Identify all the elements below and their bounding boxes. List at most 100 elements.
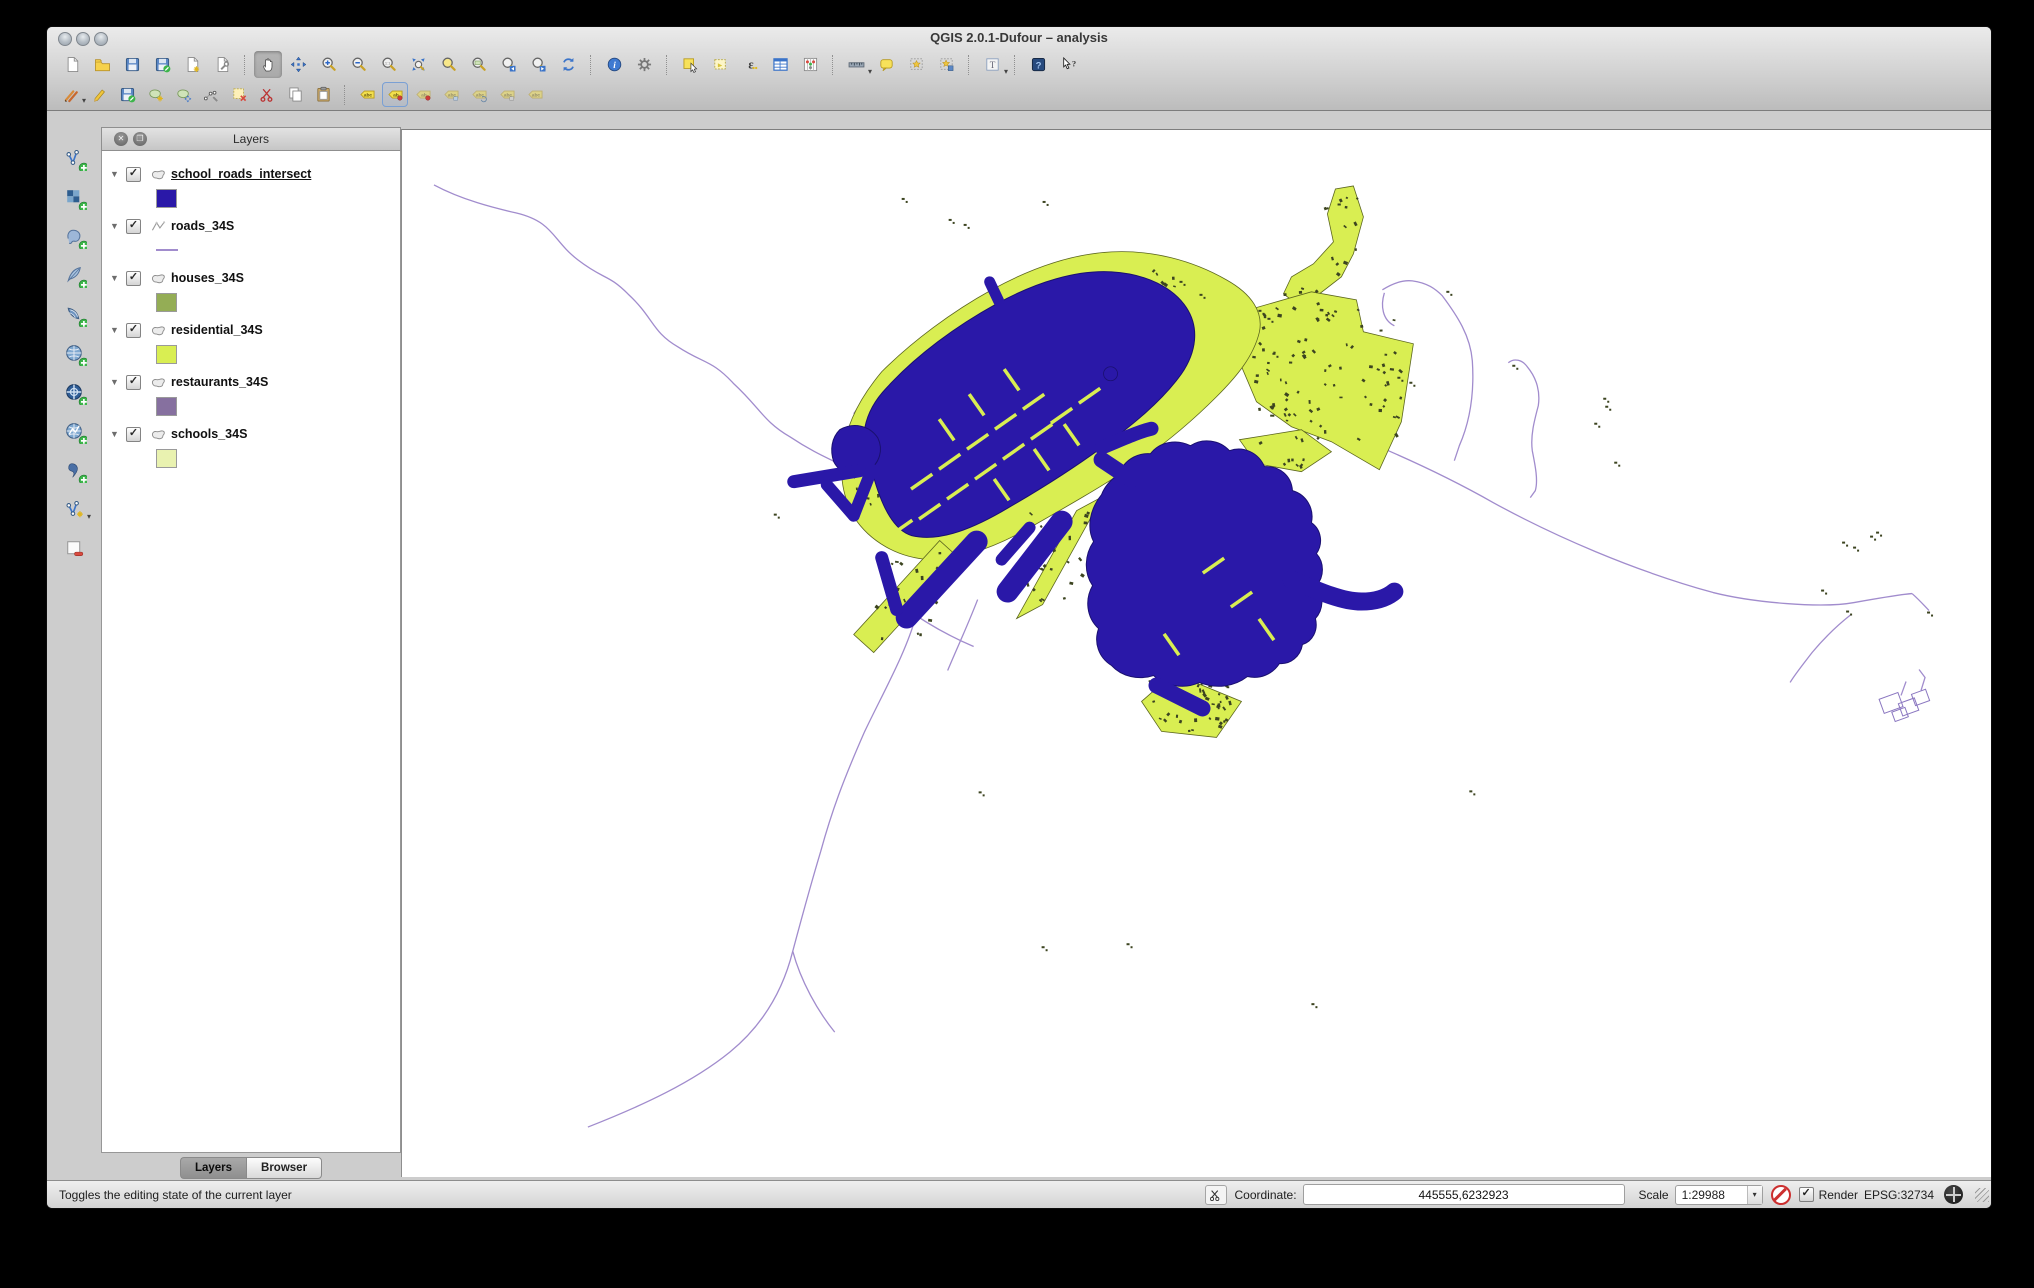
current-edits-button[interactable]: ▾	[58, 82, 84, 107]
measure-line-button[interactable]: ▾	[842, 51, 870, 78]
resize-grip[interactable]	[1975, 1188, 1989, 1202]
zoom-to-layer-button[interactable]	[464, 51, 492, 78]
tab-browser[interactable]: Browser	[246, 1157, 322, 1179]
coordinate-extent-toggle-icon[interactable]	[1205, 1185, 1227, 1205]
disclosure-triangle-icon[interactable]: ▼	[110, 377, 122, 387]
svg-text:abc: abc	[531, 93, 540, 99]
layer-row-houses_34S[interactable]: ▼✓houses_34S	[106, 267, 396, 289]
zoom-out-button[interactable]	[344, 51, 372, 78]
layer-visibility-checkbox[interactable]: ✓	[126, 375, 141, 390]
add-wcs-layer-button[interactable]	[59, 378, 89, 406]
add-oracle-layer-button[interactable]	[59, 456, 89, 484]
deselect-features-button[interactable]	[706, 51, 734, 78]
add-wfs-layer-button[interactable]	[59, 417, 89, 445]
house-speck	[906, 201, 908, 203]
select-features-button[interactable]	[676, 51, 704, 78]
whats-this-button[interactable]: ?	[1054, 51, 1082, 78]
disclosure-triangle-icon[interactable]: ▼	[110, 221, 122, 231]
label-show-hide-button[interactable]: ab	[410, 82, 436, 107]
toggle-editing-button[interactable]	[86, 82, 112, 107]
layer-swatch[interactable]	[156, 293, 177, 312]
add-raster-layer-button[interactable]	[59, 183, 89, 211]
layer-visibility-checkbox[interactable]: ✓	[126, 427, 141, 442]
run-feature-action-button[interactable]	[630, 51, 658, 78]
pan-to-selection-button[interactable]	[284, 51, 312, 78]
zoom-last-button[interactable]	[494, 51, 522, 78]
save-layer-edits-button[interactable]	[114, 82, 140, 107]
disclosure-triangle-icon[interactable]: ▼	[110, 325, 122, 335]
save-project-as-button[interactable]	[148, 51, 176, 78]
copy-features-button[interactable]	[282, 82, 308, 107]
add-vector-layer-button[interactable]	[59, 144, 89, 172]
layer-row-schools_34S[interactable]: ▼✓schools_34S	[106, 423, 396, 445]
new-shapefile-layer-button[interactable]: ▾	[59, 495, 89, 523]
add-feature-button[interactable]	[142, 82, 168, 107]
zoom-in-button[interactable]	[314, 51, 342, 78]
new-project-icon	[62, 54, 83, 75]
crs-status-icon[interactable]	[1944, 1185, 1963, 1204]
layer-swatch-line[interactable]	[156, 249, 178, 251]
tab-layers[interactable]: Layers	[180, 1157, 246, 1179]
disclosure-triangle-icon[interactable]: ▼	[110, 273, 122, 283]
disclosure-triangle-icon[interactable]: ▼	[110, 429, 122, 439]
refresh-map-button[interactable]	[554, 51, 582, 78]
house-mark	[1339, 367, 1342, 370]
select-by-expression-button[interactable]: ε	[736, 51, 764, 78]
node-tool-button[interactable]	[198, 82, 224, 107]
layer-swatch[interactable]	[156, 189, 177, 208]
pan-map-button[interactable]	[254, 51, 282, 78]
layer-visibility-checkbox[interactable]: ✓	[126, 323, 141, 338]
layer-visibility-checkbox[interactable]: ✓	[126, 219, 141, 234]
svg-text:ε: ε	[748, 57, 753, 71]
label-rotate-button[interactable]: abc	[466, 82, 492, 107]
disclosure-triangle-icon[interactable]: ▼	[110, 169, 122, 179]
new-print-composer-button[interactable]	[178, 51, 206, 78]
delete-selected-button[interactable]	[226, 82, 252, 107]
scale-combo[interactable]: 1:29988 ▾	[1675, 1185, 1763, 1205]
render-checkbox[interactable]: ✓	[1799, 1187, 1814, 1202]
open-attribute-table-button[interactable]	[766, 51, 794, 78]
stop-render-icon[interactable]	[1771, 1185, 1791, 1205]
zoom-to-selection-button[interactable]	[434, 51, 462, 78]
open-project-button[interactable]	[88, 51, 116, 78]
remove-layer-button[interactable]	[59, 534, 89, 562]
label-properties-button[interactable]: abc	[522, 82, 548, 107]
layer-row-restaurants_34S[interactable]: ▼✓restaurants_34S	[106, 371, 396, 393]
new-project-button[interactable]	[58, 51, 86, 78]
layer-swatch[interactable]	[156, 397, 177, 416]
text-annotation-button[interactable]: T▾	[978, 51, 1006, 78]
move-feature-button[interactable]	[170, 82, 196, 107]
layer-row-roads_34S[interactable]: ▼✓roads_34S	[106, 215, 396, 237]
paste-features-button[interactable]	[310, 82, 336, 107]
zoom-next-button[interactable]	[524, 51, 552, 78]
coordinate-input[interactable]	[1303, 1184, 1625, 1205]
label-move-button[interactable]: abc	[438, 82, 464, 107]
identify-features-button[interactable]: i	[600, 51, 628, 78]
map-tips-button[interactable]	[872, 51, 900, 78]
layer-visibility-checkbox[interactable]: ✓	[126, 271, 141, 286]
house-mark	[1345, 206, 1348, 209]
add-postgis-layer-button[interactable]	[59, 222, 89, 250]
add-mssql-layer-button[interactable]	[59, 300, 89, 328]
zoom-full-button[interactable]	[404, 51, 432, 78]
layer-visibility-checkbox[interactable]: ✓	[126, 167, 141, 182]
map-tips-icon	[876, 54, 897, 75]
labeling-button[interactable]: abc	[354, 82, 380, 107]
new-bookmark-button[interactable]	[902, 51, 930, 78]
add-wms-layer-button[interactable]	[59, 339, 89, 367]
field-calculator-button[interactable]	[796, 51, 824, 78]
label-change-button[interactable]: abc	[494, 82, 520, 107]
add-spatialite-layer-button[interactable]	[59, 261, 89, 289]
layer-row-residential_34S[interactable]: ▼✓residential_34S	[106, 319, 396, 341]
cut-features-button[interactable]	[254, 82, 280, 107]
composer-manager-button[interactable]	[208, 51, 236, 78]
help-contents-button[interactable]: ?	[1024, 51, 1052, 78]
show-bookmarks-button[interactable]	[932, 51, 960, 78]
layer-swatch[interactable]	[156, 345, 177, 364]
zoom-native-button[interactable]: 1:1	[374, 51, 402, 78]
label-pin-button[interactable]: ab	[382, 82, 408, 107]
map-canvas[interactable]	[401, 129, 1991, 1177]
save-project-button[interactable]	[118, 51, 146, 78]
layer-row-school_roads_intersect[interactable]: ▼✓school_roads_intersect	[106, 163, 396, 185]
layer-swatch[interactable]	[156, 449, 177, 468]
